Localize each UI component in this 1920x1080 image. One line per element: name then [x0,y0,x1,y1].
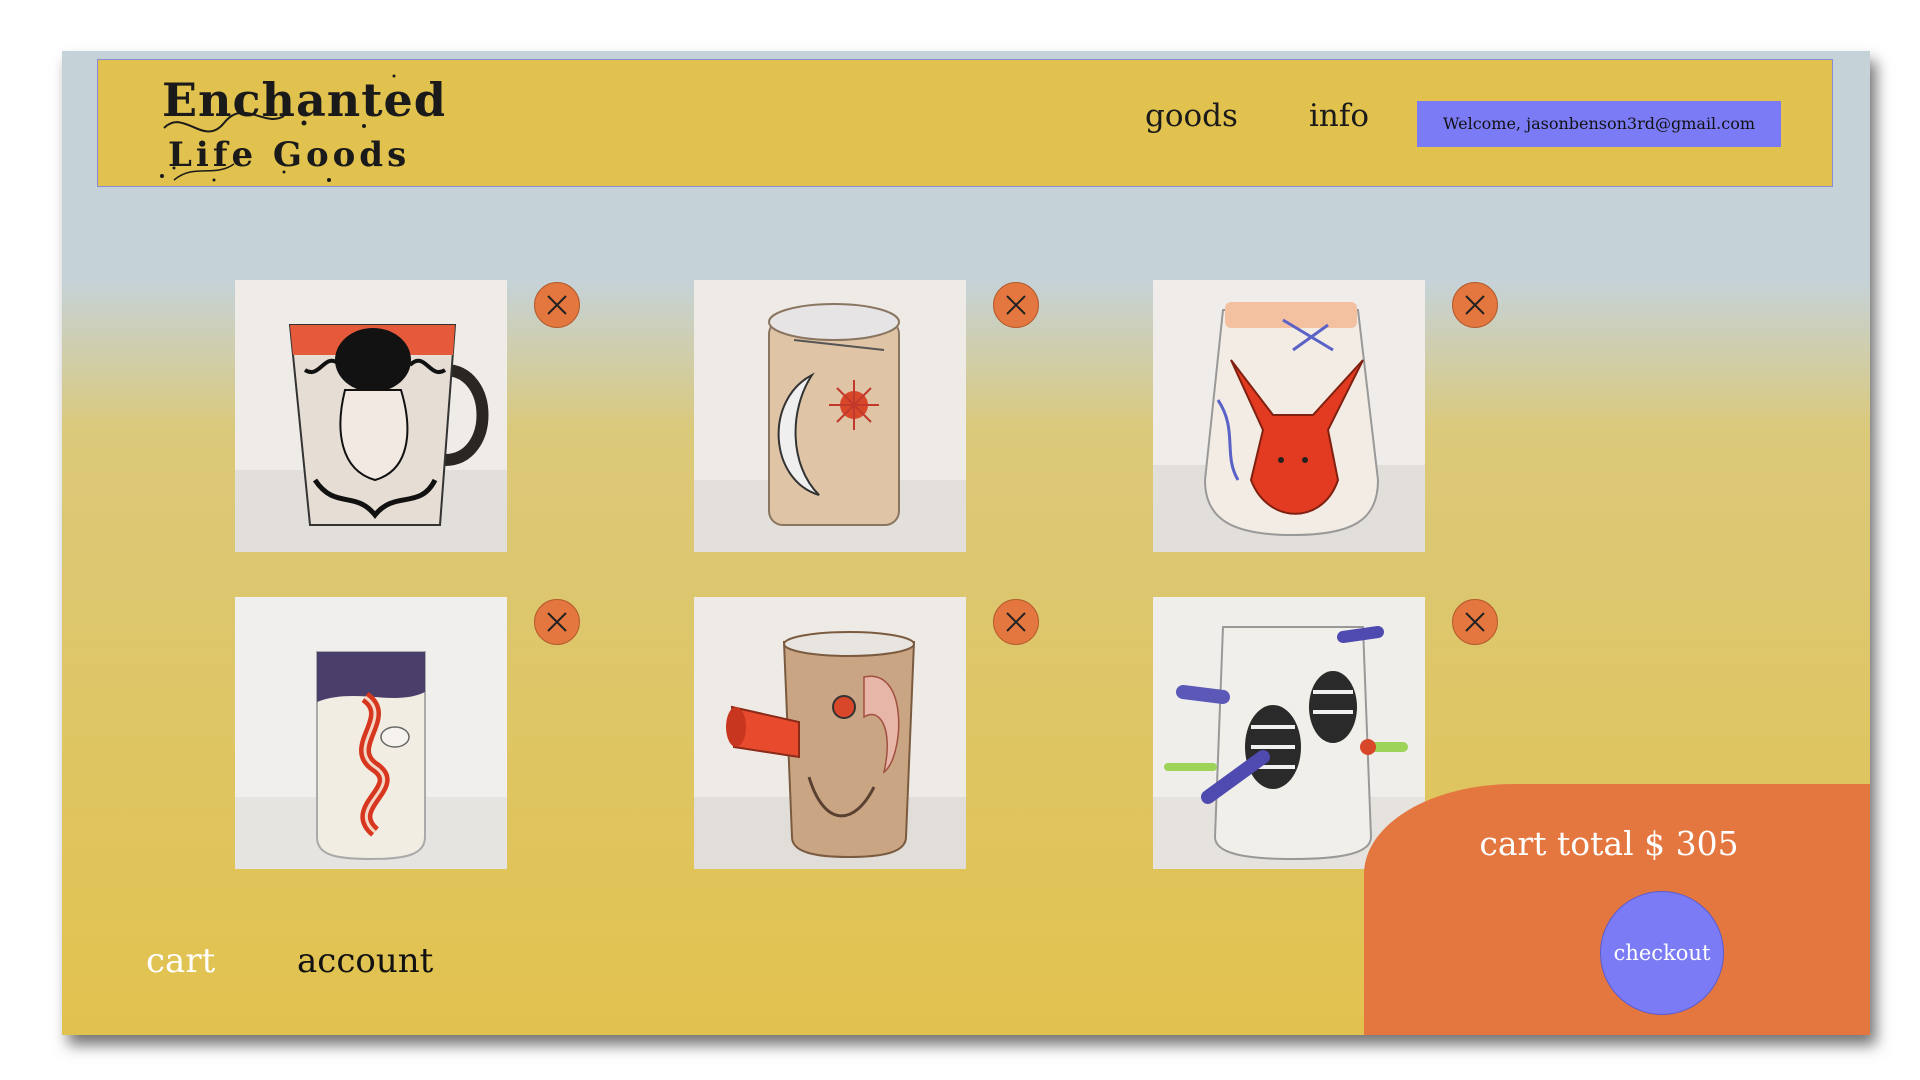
remove-item-button[interactable] [1452,599,1498,645]
vase-with-rabbit-icon [1153,280,1425,552]
close-icon [1465,295,1485,315]
cart-item-image [694,597,966,869]
cup-with-creature-icon [694,597,966,869]
app-window: Enchanted Life Goods goods info Welcome,… [62,51,1870,1035]
cart-total: cart total $ 305 [1479,824,1739,863]
cart-item-image [1153,280,1425,552]
close-icon [1006,612,1026,632]
nav-goods[interactable]: goods [1145,98,1238,134]
cart-item-image [235,597,507,869]
remove-item-button[interactable] [534,599,580,645]
remove-item-button[interactable] [993,282,1039,328]
close-icon [1006,295,1026,315]
logo-line1: Enchanted [162,73,444,127]
tumbler-with-serpent-icon [235,597,507,869]
cart-item-image [694,280,966,552]
remove-item-button[interactable] [534,282,580,328]
site-header: Enchanted Life Goods goods info Welcome,… [97,59,1833,187]
footer-cart-link[interactable]: cart [146,941,215,981]
remove-item-button[interactable] [1452,282,1498,328]
tumbler-with-moon-icon [694,280,966,552]
nav-info[interactable]: info [1309,98,1369,134]
site-logo[interactable]: Enchanted Life Goods [154,68,446,184]
welcome-badge: Welcome, jasonbenson3rd@gmail.com [1417,101,1781,147]
close-icon [547,612,567,632]
checkout-button[interactable]: checkout [1600,891,1724,1015]
remove-item-button[interactable] [993,599,1039,645]
close-icon [1465,612,1485,632]
cart-summary-panel: cart total $ 305 checkout [1364,784,1870,1035]
logo-line2: Life Goods [168,135,410,175]
close-icon [547,295,567,315]
cart-item-image [235,280,507,552]
mug-with-figure-icon [235,280,507,552]
footer-account-link[interactable]: account [297,941,433,981]
